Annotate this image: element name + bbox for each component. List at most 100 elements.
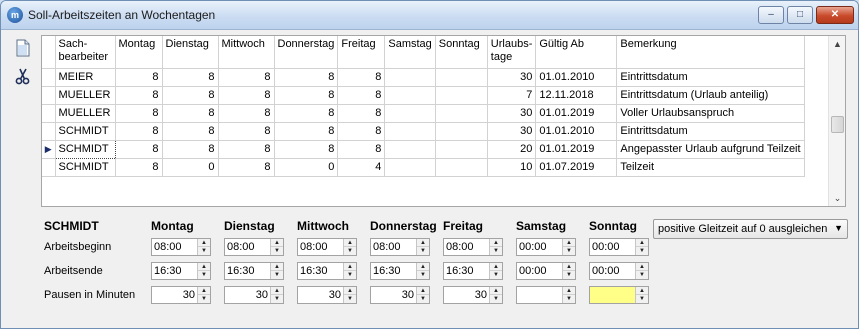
- pausen-samstag-value[interactable]: [517, 289, 560, 302]
- arbeitsende-montag-value[interactable]: 16:30: [154, 265, 196, 278]
- arbeitsende-donnerstag-spinner[interactable]: 16:30 ▲ ▼: [370, 262, 430, 280]
- scroll-down-icon[interactable]: ⌄: [829, 190, 846, 206]
- arbeitsende-mittwoch-value[interactable]: 16:30: [300, 265, 342, 278]
- current-row-indicator-icon[interactable]: ▶: [42, 140, 56, 159]
- table-cell[interactable]: 01.01.2010: [535, 122, 618, 141]
- scroll-up-icon[interactable]: ▲: [829, 36, 846, 52]
- table-cell[interactable]: 4: [337, 158, 386, 177]
- table-row[interactable]: MEIER 8 8 8 8 8 30 01.01.2010 Eintrittsdatum: [42, 68, 805, 87]
- spin-up-icon[interactable]: ▲: [563, 287, 575, 295]
- spin-down-icon[interactable]: ▼: [563, 271, 575, 279]
- table-cell[interactable]: 8: [337, 68, 386, 87]
- table-cell[interactable]: [435, 104, 488, 123]
- spin-arrows[interactable]: ▲ ▼: [489, 263, 502, 279]
- arbeitsende-freitag-spinner[interactable]: 16:30 ▲ ▼: [443, 262, 503, 280]
- pausen-donnerstag-value[interactable]: 30: [371, 289, 414, 302]
- arbeitsende-donnerstag-value[interactable]: 16:30: [373, 265, 415, 278]
- arbeitsende-freitag-value[interactable]: 16:30: [446, 265, 488, 278]
- table-cell[interactable]: 01.01.2019: [535, 104, 618, 123]
- arbeitsende-sonntag-value[interactable]: 00:00: [592, 265, 634, 278]
- column-header[interactable]: Dienstag: [162, 36, 219, 69]
- table-cell[interactable]: 8: [337, 104, 386, 123]
- spin-arrows[interactable]: ▲ ▼: [197, 239, 210, 255]
- table-cell[interactable]: SCHMIDT: [55, 158, 116, 177]
- spin-up-icon[interactable]: ▲: [271, 263, 283, 271]
- table-cell[interactable]: 8: [274, 86, 339, 105]
- working-hours-grid[interactable]: Sach- bearbeiter Montag Dienstag Mittwoc…: [41, 35, 846, 207]
- row-indicator[interactable]: [42, 68, 56, 87]
- spin-up-icon[interactable]: ▲: [417, 287, 429, 295]
- table-cell[interactable]: [384, 122, 436, 141]
- spin-down-icon[interactable]: ▼: [417, 271, 429, 279]
- table-cell[interactable]: Teilzeit: [616, 158, 805, 177]
- pausen-freitag-spinner[interactable]: 30 ▲ ▼: [443, 286, 503, 304]
- table-cell[interactable]: [384, 158, 436, 177]
- table-cell[interactable]: [435, 122, 488, 141]
- table-cell[interactable]: [435, 68, 488, 87]
- table-cell[interactable]: 8: [115, 68, 163, 87]
- spin-up-icon[interactable]: ▲: [490, 287, 502, 295]
- scroll-thumb[interactable]: [831, 116, 844, 133]
- arbeitsbeginn-donnerstag-spinner[interactable]: 08:00 ▲ ▼: [370, 238, 430, 256]
- column-header[interactable]: Samstag: [384, 36, 436, 69]
- maximize-button[interactable]: □: [787, 6, 813, 24]
- arbeitsbeginn-samstag-spinner[interactable]: 00:00 ▲ ▼: [516, 238, 576, 256]
- spin-down-icon[interactable]: ▼: [636, 247, 648, 255]
- table-cell[interactable]: Angepasster Urlaub aufgrund Teilzeit: [616, 140, 805, 159]
- spin-down-icon[interactable]: ▼: [344, 247, 356, 255]
- table-cell[interactable]: 8: [218, 86, 275, 105]
- table-cell[interactable]: 8: [337, 86, 386, 105]
- spin-up-icon[interactable]: ▲: [563, 239, 575, 247]
- spin-up-icon[interactable]: ▲: [490, 263, 502, 271]
- table-cell[interactable]: 8: [337, 140, 386, 159]
- spin-up-icon[interactable]: ▲: [636, 239, 648, 247]
- spin-arrows[interactable]: ▲ ▼: [562, 287, 575, 303]
- column-header[interactable]: Sach- bearbeiter: [55, 36, 116, 69]
- spin-down-icon[interactable]: ▼: [198, 295, 210, 303]
- table-cell[interactable]: SCHMIDT: [54, 139, 116, 159]
- spin-arrows[interactable]: ▲ ▼: [197, 263, 210, 279]
- arbeitsende-samstag-value[interactable]: 00:00: [519, 265, 561, 278]
- spin-down-icon[interactable]: ▼: [417, 247, 429, 255]
- spin-arrows[interactable]: ▲ ▼: [489, 287, 502, 303]
- arbeitsbeginn-montag-value[interactable]: 08:00: [154, 241, 196, 254]
- arbeitsbeginn-mittwoch-value[interactable]: 08:00: [300, 241, 342, 254]
- spin-arrows[interactable]: ▲ ▼: [489, 239, 502, 255]
- table-cell[interactable]: 8: [337, 122, 386, 141]
- table-cell[interactable]: 8: [162, 140, 219, 159]
- table-cell[interactable]: 0: [162, 158, 219, 177]
- table-cell[interactable]: Eintrittsdatum: [616, 68, 805, 87]
- table-cell[interactable]: MUELLER: [55, 86, 116, 105]
- spin-up-icon[interactable]: ▲: [198, 287, 210, 295]
- table-row[interactable]: SCHMIDT 8 0 8 0 4 10 01.07.2019 Teilzeit: [42, 158, 805, 177]
- spin-up-icon[interactable]: ▲: [198, 263, 210, 271]
- spin-arrows[interactable]: ▲ ▼: [416, 239, 429, 255]
- column-header[interactable]: Urlaubs- tage: [487, 36, 537, 69]
- table-cell[interactable]: 8: [115, 140, 163, 159]
- table-cell[interactable]: 20: [487, 140, 537, 159]
- table-cell[interactable]: 01.01.2010: [535, 68, 618, 87]
- column-header[interactable]: Montag: [115, 36, 163, 69]
- spin-arrows[interactable]: ▲ ▼: [635, 239, 648, 255]
- arbeitsende-mittwoch-spinner[interactable]: 16:30 ▲ ▼: [297, 262, 357, 280]
- table-cell[interactable]: 8: [274, 122, 339, 141]
- spin-up-icon[interactable]: ▲: [271, 239, 283, 247]
- table-cell[interactable]: 8: [162, 122, 219, 141]
- spin-arrows[interactable]: ▲ ▼: [562, 263, 575, 279]
- table-row[interactable]: MUELLER 8 8 8 8 8 30 01.01.2019 Voller Urlaubsan…: [42, 104, 805, 123]
- table-cell[interactable]: SCHMIDT: [55, 122, 116, 141]
- spin-arrows[interactable]: ▲ ▼: [270, 239, 283, 255]
- spin-up-icon[interactable]: ▲: [417, 239, 429, 247]
- table-cell[interactable]: Voller Urlaubsanspruch: [616, 104, 805, 123]
- pausen-sonntag-value[interactable]: [590, 289, 633, 302]
- spin-down-icon[interactable]: ▼: [636, 271, 648, 279]
- arbeitsbeginn-donnerstag-value[interactable]: 08:00: [373, 241, 415, 254]
- spin-down-icon[interactable]: ▼: [490, 247, 502, 255]
- close-button[interactable]: ✕: [816, 6, 854, 24]
- table-row[interactable]: SCHMIDT 8 8 8 8 8 30 01.01.2010 Eintrittsdatum: [42, 122, 805, 141]
- table-cell[interactable]: 8: [274, 68, 339, 87]
- spin-up-icon[interactable]: ▲: [271, 287, 283, 295]
- table-cell[interactable]: Eintrittsdatum: [616, 122, 805, 141]
- spin-up-icon[interactable]: ▲: [636, 263, 648, 271]
- arbeitsbeginn-dienstag-value[interactable]: 08:00: [227, 241, 269, 254]
